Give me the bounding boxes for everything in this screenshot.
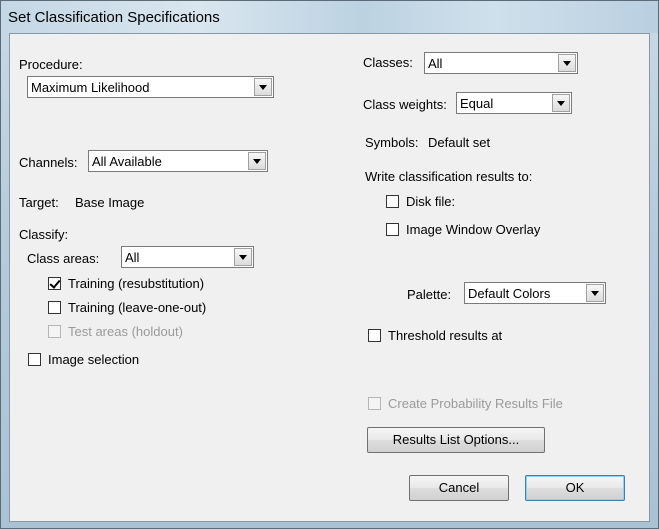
chevron-down-icon[interactable] <box>234 248 252 266</box>
results-list-options-button[interactable]: Results List Options... <box>367 427 545 453</box>
image-window-overlay-label: Image Window Overlay <box>406 222 541 237</box>
chevron-down-icon[interactable] <box>248 152 266 170</box>
training-loo-label: Training (leave-one-out) <box>68 300 207 315</box>
channels-select[interactable]: All Available <box>88 150 268 172</box>
training-resub-label: Training (resubstitution) <box>68 276 205 291</box>
training-loo-checkbox[interactable] <box>48 301 61 314</box>
dialog-window: Set Classification Specifications Proced… <box>0 0 659 529</box>
class-weights-label: Class weights: <box>363 97 447 112</box>
image-window-overlay-checkbox[interactable] <box>386 223 399 236</box>
channels-label: Channels: <box>19 155 78 170</box>
threshold-label: Threshold results at <box>388 328 503 343</box>
palette-label: Palette: <box>407 287 452 302</box>
class-areas-value: All <box>125 250 140 265</box>
dialog-client-area: Procedure: Maximum Likelihood Channels: … <box>9 33 650 522</box>
title-bar[interactable]: Set Classification Specifications <box>1 1 658 33</box>
class-areas-label: Class areas: <box>27 251 100 266</box>
training-resub-checkbox[interactable] <box>48 277 61 290</box>
disk-file-label: Disk file: <box>406 194 456 209</box>
target-value: Base Image <box>75 195 145 210</box>
class-weights-select[interactable]: Equal <box>456 92 572 114</box>
classes-value: All <box>428 56 443 71</box>
image-selection-checkbox[interactable] <box>28 353 41 366</box>
chevron-down-icon[interactable] <box>552 94 570 112</box>
ok-button[interactable]: OK <box>525 475 625 501</box>
procedure-select[interactable]: Maximum Likelihood <box>27 76 274 98</box>
chevron-down-icon[interactable] <box>586 284 604 302</box>
create-prob-file-label: Create Probability Results File <box>388 396 563 411</box>
symbols-value: Default set <box>428 135 491 150</box>
palette-select[interactable]: Default Colors <box>464 282 606 304</box>
chevron-down-icon[interactable] <box>558 54 576 72</box>
chevron-down-icon[interactable] <box>254 78 272 96</box>
procedure-value: Maximum Likelihood <box>31 80 150 95</box>
classes-select[interactable]: All <box>424 52 578 74</box>
class-weights-value: Equal <box>460 96 494 111</box>
target-label: Target: <box>19 195 59 210</box>
window-title: Set Classification Specifications <box>8 9 220 26</box>
channels-value: All Available <box>92 154 162 169</box>
image-selection-label: Image selection <box>48 352 140 367</box>
threshold-checkbox[interactable] <box>368 329 381 342</box>
cancel-button[interactable]: Cancel <box>409 475 509 501</box>
test-areas-checkbox[interactable] <box>48 325 61 338</box>
palette-value: Default Colors <box>468 286 551 301</box>
disk-file-checkbox[interactable] <box>386 195 399 208</box>
procedure-label: Procedure: <box>19 57 83 72</box>
symbols-label: Symbols: <box>365 135 419 150</box>
write-results-label: Write classification results to: <box>365 169 533 184</box>
classes-label: Classes: <box>363 55 413 70</box>
classify-label: Classify: <box>19 227 69 242</box>
create-prob-file-checkbox[interactable] <box>368 397 381 410</box>
test-areas-label: Test areas (holdout) <box>68 324 183 339</box>
class-areas-select[interactable]: All <box>121 246 254 268</box>
